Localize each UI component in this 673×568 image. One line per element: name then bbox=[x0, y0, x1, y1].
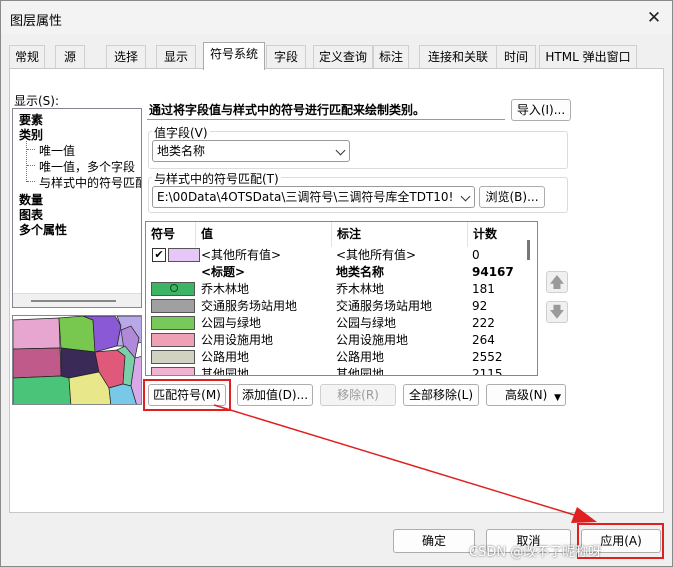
ok-label: 确定 bbox=[421, 534, 446, 548]
watermark-text: CSDN @改不了昵称呀 bbox=[469, 545, 602, 560]
ok-button[interactable]: 确定 bbox=[393, 529, 475, 553]
tab-symbology[interactable]: 符号系统 bbox=[203, 42, 265, 70]
layer-properties-dialog: 图层属性 ✕ 常规 源 选择 显示 符号系统 字段 定义查询 标注 连接和关联 … bbox=[0, 0, 673, 567]
annotation-arrow bbox=[213, 404, 597, 523]
